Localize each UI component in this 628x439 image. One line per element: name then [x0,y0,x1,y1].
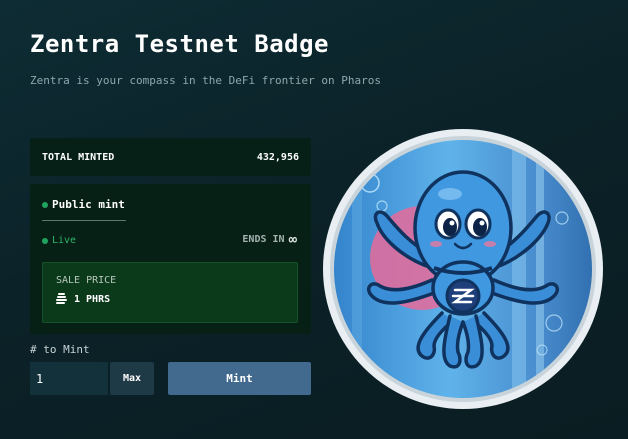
max-button[interactable]: Max [110,362,154,395]
quantity-input[interactable] [30,362,108,395]
ends-in-label: ENDS IN [242,234,285,245]
octopus-mascot-icon [323,129,603,409]
ends-in: ENDS IN ∞ [242,231,297,248]
infinity-icon: ∞ [288,231,297,248]
live-status-label: Live [52,235,77,246]
sale-price-label: SALE PRICE [56,275,117,286]
sale-price-box: SALE PRICE 1 PHRS [42,262,298,323]
sale-price-value: 1 PHRS [74,293,111,305]
live-status: Live [42,235,76,246]
page-title: Zentra Testnet Badge [30,30,329,58]
tab-public-mint[interactable]: Public mint [42,198,125,211]
page-subtitle: Zentra is your compass in the DeFi front… [30,74,381,87]
mint-button[interactable]: Mint [168,362,311,395]
sale-price: 1 PHRS [56,293,110,305]
total-minted-value: 432,956 [256,151,299,163]
total-minted-bar: TOTAL MINTED 432,956 [30,138,311,176]
pharos-icon [56,293,67,305]
mint-panel: Public mint Live ENDS IN ∞ SALE PRICE 1 … [30,184,311,334]
total-minted-label: TOTAL MINTED [42,151,115,163]
qty-label: # to Mint [30,343,90,356]
active-dot-icon [42,201,48,208]
tab-public-mint-label: Public mint [52,198,125,211]
tab-underline [42,220,126,221]
live-dot-icon [42,237,48,244]
